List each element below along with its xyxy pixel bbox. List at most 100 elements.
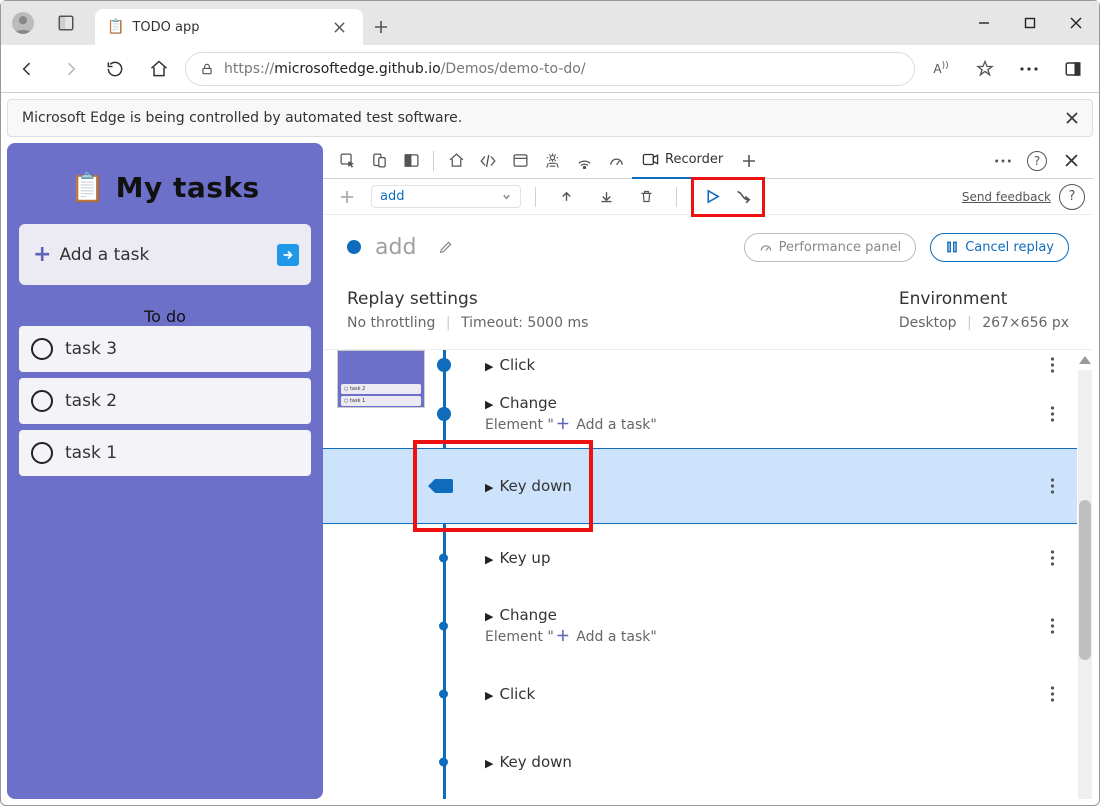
throttling-value[interactable]: No throttling xyxy=(347,315,435,331)
step-button[interactable] xyxy=(728,181,760,213)
expand-icon[interactable]: ▶ xyxy=(485,481,493,494)
replay-settings-title: Replay settings xyxy=(347,289,588,309)
step-label: Change xyxy=(499,394,556,412)
import-button[interactable] xyxy=(550,181,582,213)
tab-favicon: 📋 xyxy=(107,19,124,35)
recording-selector[interactable]: add xyxy=(371,185,521,208)
expand-icon[interactable]: ▶ xyxy=(485,553,493,566)
expand-icon[interactable]: ▶ xyxy=(485,610,493,623)
browser-tab-active[interactable]: 📋 TODO app xyxy=(95,9,363,45)
timeline-step[interactable]: ▶Click xyxy=(323,660,1077,728)
step-menu-button[interactable] xyxy=(1050,686,1055,702)
sidebar-toggle-button[interactable] xyxy=(1055,51,1091,87)
profile-button[interactable] xyxy=(1,1,45,45)
section-heading-todo: To do xyxy=(19,307,311,326)
replay-button[interactable] xyxy=(696,181,728,213)
back-button[interactable] xyxy=(9,51,45,87)
tab-title: TODO app xyxy=(132,20,319,35)
expand-icon[interactable]: ▶ xyxy=(485,689,493,702)
performance-panel-button[interactable]: Performance panel xyxy=(744,233,917,262)
address-bar[interactable]: https://microsoftedge.github.io/Demos/de… xyxy=(185,52,915,86)
task-label: task 1 xyxy=(65,443,117,463)
reload-button[interactable] xyxy=(97,51,133,87)
new-tab-button[interactable] xyxy=(363,9,399,45)
scroll-track[interactable] xyxy=(1078,370,1092,799)
cancel-replay-button[interactable]: Cancel replay xyxy=(930,233,1069,262)
checkbox-icon[interactable] xyxy=(31,338,53,360)
tab-network[interactable] xyxy=(568,145,600,177)
task-row[interactable]: task 1 xyxy=(19,430,311,476)
step-label: Click xyxy=(499,356,535,374)
dock-side-button[interactable] xyxy=(395,145,427,177)
chevron-down-icon xyxy=(501,191,512,202)
recorder-body: add Performance panel Cancel replay Repl… xyxy=(323,215,1093,799)
step-node-icon xyxy=(435,479,453,493)
step-menu-button[interactable] xyxy=(1050,406,1055,422)
recorder-toolbar: add Send feedback ? xyxy=(323,179,1093,215)
environment-size[interactable]: 267×656 px xyxy=(982,315,1069,331)
expand-icon[interactable]: ▶ xyxy=(485,360,493,373)
step-menu-button[interactable] xyxy=(1050,478,1055,494)
task-list: task 3 task 2 task 1 xyxy=(19,326,311,476)
device-emulation-button[interactable] xyxy=(363,145,395,177)
favorite-button[interactable] xyxy=(967,51,1003,87)
maximize-button[interactable] xyxy=(1007,1,1053,45)
timeline-step[interactable]: ▶ Click xyxy=(323,350,1077,380)
devtools-help-button[interactable]: ? xyxy=(1021,145,1053,177)
replay-settings-row: Replay settings No throttling | Timeout:… xyxy=(323,279,1093,350)
tab-console[interactable] xyxy=(504,145,536,177)
devtools-more-button[interactable] xyxy=(987,145,1019,177)
tab-elements[interactable] xyxy=(472,145,504,177)
send-feedback-link[interactable]: Send feedback xyxy=(962,190,1051,204)
timeline-step[interactable]: ▶Key down xyxy=(323,448,1077,524)
page-title: 📋 My tasks xyxy=(19,155,311,210)
export-button[interactable] xyxy=(590,181,622,213)
infobar-close-icon[interactable] xyxy=(1062,108,1082,128)
timeline-step[interactable]: ▶ChangeElement "＋ Add a task" xyxy=(323,592,1077,660)
plus-icon: + xyxy=(33,242,51,267)
tab-close-icon[interactable] xyxy=(327,15,351,39)
minimize-button[interactable] xyxy=(961,1,1007,45)
step-menu-button[interactable] xyxy=(1050,357,1055,373)
step-node-icon xyxy=(439,622,448,631)
tab-welcome[interactable] xyxy=(440,145,472,177)
new-recording-button[interactable] xyxy=(331,181,363,213)
devtools-close-button[interactable] xyxy=(1055,145,1087,177)
tab-performance[interactable] xyxy=(600,145,632,177)
step-menu-button[interactable] xyxy=(1050,550,1055,566)
task-row[interactable]: task 2 xyxy=(19,378,311,424)
step-menu-button[interactable] xyxy=(1050,618,1055,634)
timeline-scrollbar[interactable] xyxy=(1077,350,1093,799)
close-window-button[interactable] xyxy=(1053,1,1099,45)
scroll-up-icon[interactable] xyxy=(1079,356,1091,364)
checkbox-icon[interactable] xyxy=(31,390,53,412)
delete-button[interactable] xyxy=(630,181,662,213)
tab-recorder[interactable]: Recorder xyxy=(632,143,733,179)
more-tabs-button[interactable] xyxy=(733,145,765,177)
home-button[interactable] xyxy=(141,51,177,87)
read-aloud-button[interactable]: A)) xyxy=(923,51,959,87)
environment-device[interactable]: Desktop xyxy=(899,315,957,331)
expand-icon[interactable]: ▶ xyxy=(485,757,493,770)
devtools-pane: Recorder ? add Send xyxy=(323,143,1093,799)
step-detail: Element "＋ Add a task" xyxy=(485,626,1021,646)
inspect-element-button[interactable] xyxy=(331,145,363,177)
timeline-step[interactable]: ▶Key up xyxy=(323,524,1077,592)
settings-menu-button[interactable] xyxy=(1011,51,1047,87)
workspaces-button[interactable] xyxy=(45,1,87,45)
timeout-value[interactable]: Timeout: 5000 ms xyxy=(461,315,588,331)
automation-infobar: Microsoft Edge is being controlled by au… xyxy=(7,99,1093,137)
expand-icon[interactable]: ▶ xyxy=(485,398,493,411)
timeline-step[interactable]: ▶ChangeElement "＋ Add a task" xyxy=(323,380,1077,448)
submit-task-button[interactable] xyxy=(277,244,299,266)
recorder-help-button[interactable]: ? xyxy=(1059,184,1085,210)
tab-sources[interactable] xyxy=(536,145,568,177)
scroll-thumb[interactable] xyxy=(1079,500,1091,660)
add-task-input[interactable]: + Add a task xyxy=(19,224,311,285)
step-node-icon xyxy=(439,758,448,767)
timeline-step[interactable]: ▶Key down xyxy=(323,728,1077,796)
task-row[interactable]: task 3 xyxy=(19,326,311,372)
forward-button[interactable] xyxy=(53,51,89,87)
checkbox-icon[interactable] xyxy=(31,442,53,464)
rename-button[interactable] xyxy=(430,231,462,263)
